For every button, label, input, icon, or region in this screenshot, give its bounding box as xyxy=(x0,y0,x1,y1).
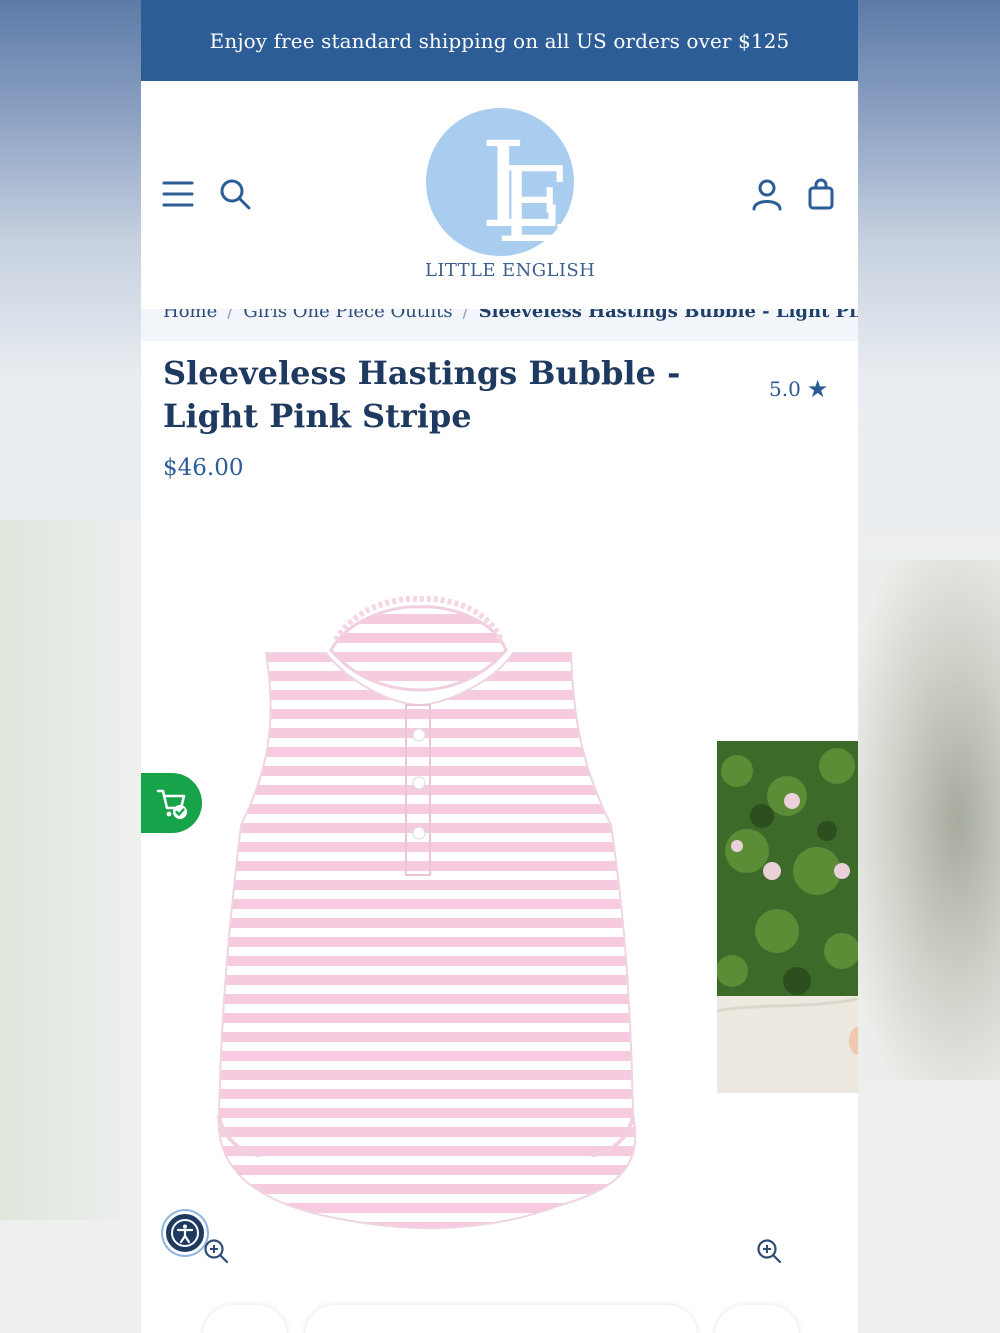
search-icon[interactable] xyxy=(218,177,252,211)
breadcrumb: Home / Girls One Piece Outfits / Sleevel… xyxy=(141,309,858,341)
gallery-next-button[interactable] xyxy=(715,1305,799,1333)
product-rating[interactable]: 5.0 ★ xyxy=(769,377,828,401)
shopping-bag-icon[interactable] xyxy=(804,177,838,211)
breadcrumb-current: Sleeveless Hastings Bubble - Light Pink … xyxy=(478,309,858,322)
star-icon: ★ xyxy=(806,375,829,403)
background-blur-right xyxy=(858,560,1000,1080)
logo-wordmark: LITTLE ENGLISH xyxy=(425,260,596,281)
product-price: $46.00 xyxy=(163,455,244,481)
breadcrumb-separator: / xyxy=(462,309,469,322)
gallery-thumbnails[interactable] xyxy=(305,1305,697,1333)
background-blur-left xyxy=(0,520,141,1220)
logo-letter-e: E xyxy=(496,144,572,256)
cart-check-icon xyxy=(156,789,187,819)
quick-cart-button[interactable] xyxy=(141,773,202,833)
gallery-prev-button[interactable] xyxy=(203,1305,287,1333)
breadcrumb-separator: / xyxy=(227,309,234,322)
announcement-text: Enjoy free standard shipping on all US o… xyxy=(209,28,790,53)
site-logo[interactable]: L E LITTLE ENGLISH xyxy=(425,108,596,281)
logo-monogram: L E xyxy=(426,108,574,256)
product-lifestyle-image[interactable] xyxy=(717,741,858,1093)
menu-icon[interactable] xyxy=(161,177,195,211)
accessibility-icon xyxy=(171,1219,199,1247)
account-icon[interactable] xyxy=(750,177,784,211)
accessibility-button[interactable] xyxy=(163,1211,207,1255)
site-header: L E LITTLE ENGLISH xyxy=(141,81,858,309)
breadcrumb-category[interactable]: Girls One Piece Outfits xyxy=(243,309,452,322)
breadcrumb-home[interactable]: Home xyxy=(163,309,217,322)
product-main-image[interactable] xyxy=(201,595,651,1235)
rating-value: 5.0 xyxy=(769,377,801,401)
announcement-bar: Enjoy free standard shipping on all US o… xyxy=(141,0,858,81)
zoom-in-icon[interactable] xyxy=(756,1238,782,1264)
page-viewport: Enjoy free standard shipping on all US o… xyxy=(141,0,858,1333)
zoom-in-icon[interactable] xyxy=(203,1238,229,1264)
product-title: Sleeveless Hastings Bubble - Light Pink … xyxy=(163,354,681,435)
